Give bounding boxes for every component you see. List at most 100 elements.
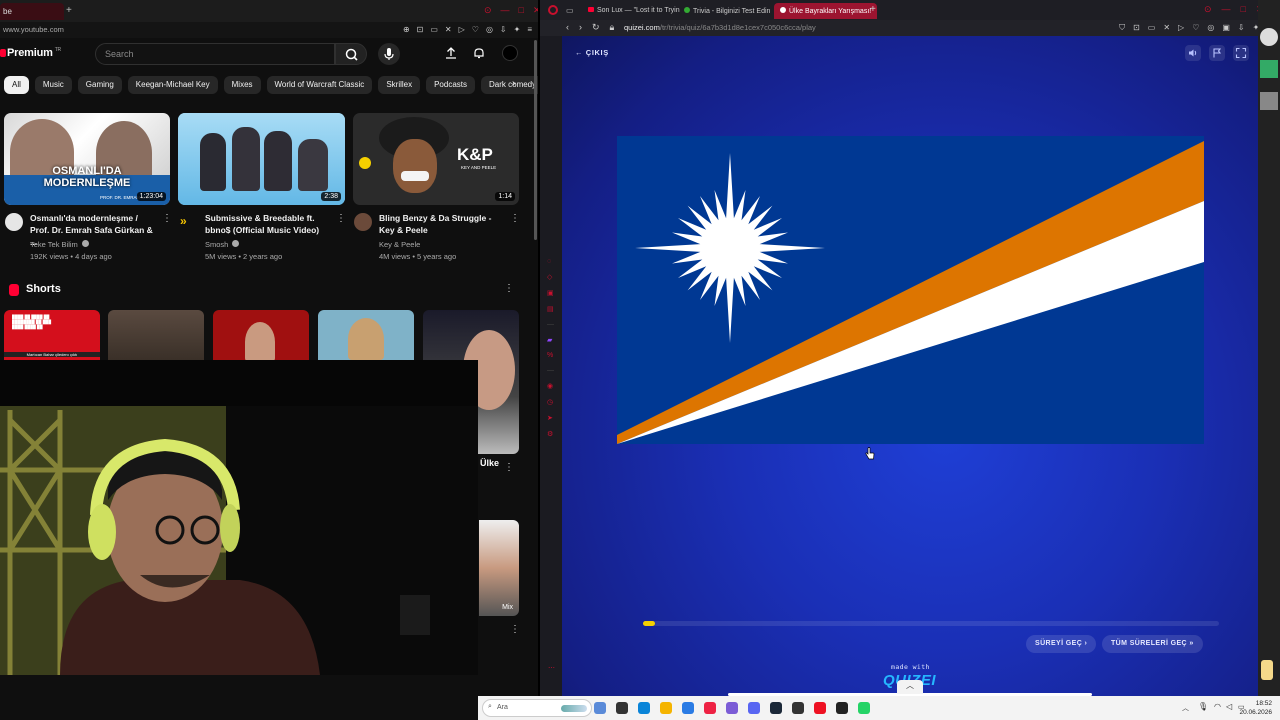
yt-address-bar[interactable]: www.youtube.com ⊕ ⊡ ▭ ✕ ▷ ♡ ◎ ⇩ ✦ ≡ [0,22,538,38]
mic-tray-icon[interactable]: 🎙︎ [1198,702,1208,711]
desktop-icon[interactable] [1260,60,1278,78]
create-icon[interactable] [444,46,458,60]
opera-logo-icon[interactable] [548,5,558,15]
short-thumbnail[interactable] [213,310,309,360]
filter-chip[interactable]: Skrillex [378,76,421,94]
mail-icon[interactable] [682,702,694,714]
opera-gx-icon[interactable] [814,702,826,714]
report-button[interactable] [1209,45,1225,61]
channel-avatar[interactable] [5,213,23,231]
back-icon[interactable]: ‹ [566,22,569,33]
chips-next-icon[interactable]: › [512,78,515,89]
skip-timer-button[interactable]: SÜREYİ GEÇ › [1026,635,1097,653]
download-icon[interactable]: ⇩ [1238,23,1245,33]
filter-chip[interactable]: World of Warcraft Classic [266,76,373,94]
desktop-icon[interactable] [1261,660,1273,680]
forward-icon[interactable]: › [579,22,582,33]
extension-icon[interactable]: ▭ [430,25,438,34]
yt-scrollbar[interactable] [534,40,537,240]
sidebar-music-icon[interactable]: ▤ [547,305,554,313]
skip-all-timers-button[interactable]: TÜM SÜRELERİ GEÇ » [1102,635,1203,653]
copilot-icon[interactable] [594,702,606,714]
minimize-icon[interactable]: — [1222,4,1231,15]
wifi-icon[interactable]: ◠ [1214,702,1221,711]
filter-chip[interactable]: Keegan-Michael Key [127,76,218,94]
filter-chip[interactable]: Podcasts [426,76,475,94]
short-thumbnail[interactable]: ████ ██ ████ ██ ████████ ██ ███ ████ ████ … [4,310,100,360]
snapshot-icon[interactable]: ◎ [1207,23,1214,33]
discord-icon[interactable] [748,702,760,714]
partial-short-title[interactable]: Ülke [480,458,499,468]
sidebar-percent-icon[interactable]: % [547,352,554,359]
exit-button[interactable]: ← ÇIKIŞ [575,48,609,57]
voice-search-button[interactable] [378,43,400,65]
filter-chip[interactable]: Music [34,76,72,94]
search-button[interactable] [335,43,367,65]
filter-chip[interactable]: All [4,76,29,94]
app-icon[interactable] [616,702,628,714]
translate-icon[interactable]: ✕ [445,25,452,34]
tab-flag-quiz[interactable]: Ülke Bayrakları Yarışması! [774,3,878,19]
heart-icon[interactable]: ♡ [1192,23,1199,33]
sidebar-more-icon[interactable]: ⋯ [548,664,555,672]
ai-icon[interactable]: ✦ [514,25,521,34]
maximize-icon[interactable]: □ [1241,4,1246,15]
whatsapp-icon[interactable] [858,702,870,714]
show-hidden-icons[interactable]: ︿ [1182,703,1189,713]
sidebar-apps-icon[interactable]: ◇ [547,273,554,281]
youtube-logo[interactable]: Premium TR [0,47,61,59]
mix-thumbnail[interactable]: Mix [479,520,519,616]
filter-chip[interactable]: Mixes [223,76,261,94]
heart-icon[interactable]: ♡ [472,25,479,34]
wallet-icon[interactable]: ▣ [1222,23,1230,33]
search-input[interactable]: Search [95,43,335,65]
steam-icon[interactable] [770,702,782,714]
video-thumbnail[interactable]: 2:38 [178,113,345,205]
filter-chip[interactable]: Gaming [77,76,122,94]
tab-son-lux[interactable]: Son Lux — "Lost it to Tryin [582,3,686,19]
play-icon[interactable]: ▷ [1178,23,1184,33]
short-thumbnail[interactable] [108,310,204,360]
volume-icon[interactable]: ◁ [1226,702,1232,711]
taskbar-popup-caret[interactable]: ︿ [897,680,923,694]
shorts-more-icon[interactable]: ⋮ [504,283,514,294]
desktop-icon[interactable] [1260,92,1278,110]
reload-icon[interactable]: ↻ [592,22,600,33]
edge-icon[interactable] [638,702,650,714]
extension-icon[interactable]: ▭ [1148,23,1156,33]
video-title[interactable]: Submissive & Breedable ft. bbno$ (Offici… [205,212,327,236]
search-tabs-icon[interactable]: ⊙ [1204,4,1212,15]
notifications-icon[interactable] [472,46,486,60]
opera-icon[interactable] [704,702,716,714]
desktop-icon[interactable] [1260,28,1278,46]
bookmark-icon[interactable]: ⊡ [417,25,424,34]
quiz-address-bar[interactable]: ‹ › ↻ 🔒︎ quizei.com/tr/trivia/quiz/6a7b3… [540,20,1280,36]
more-icon[interactable]: ⋮ [504,462,514,473]
shield-icon[interactable]: ⛉ [1119,23,1125,33]
menu-icon[interactable]: ≡ [527,25,532,34]
play-icon[interactable]: ▷ [459,25,465,34]
account-avatar[interactable] [502,45,518,61]
sidebar-send-icon[interactable]: ➤ [547,414,554,422]
channel-name[interactable]: Teke Tek Bilim [30,239,78,250]
opera-menu-icon[interactable]: ⊙ [484,5,492,16]
filter-chip[interactable]: Dark comedy [481,76,538,94]
close-icon[interactable]: ✕ [533,5,538,16]
more-icon[interactable]: ⋮ [336,213,346,224]
sidebar-speed-dial-icon[interactable]: ◉ [547,382,554,390]
video-thumbnail[interactable]: K&P KEY AND PEELE 1:14 [353,113,519,205]
file-explorer-icon[interactable] [660,702,672,714]
app-icon[interactable] [836,702,848,714]
sidebar-twitch-icon[interactable]: ▰ [547,336,554,344]
sidebar-history-icon[interactable]: ◷ [547,398,554,406]
taskbar-search[interactable]: ⌕ Ara [482,699,592,717]
new-tab-icon[interactable]: + [66,5,72,16]
zoom-icon[interactable]: ⊕ [403,25,410,34]
more-icon[interactable]: ⋮ [510,624,520,635]
video-title[interactable]: Bling Benzy & Da Struggle - Key & Peele [379,212,507,236]
video-thumbnail[interactable]: OSMANLI'DA MODERNLEŞME PROF. DR. EMRAH S… [4,113,170,205]
snapshot-icon[interactable]: ◎ [486,25,493,34]
tab-trivia[interactable]: Trivia - Bilginizi Test Edin [678,3,776,19]
yt-tab[interactable]: be [0,3,64,20]
taskbar-clock[interactable]: 18:52 20.06.2026 [1239,699,1272,717]
